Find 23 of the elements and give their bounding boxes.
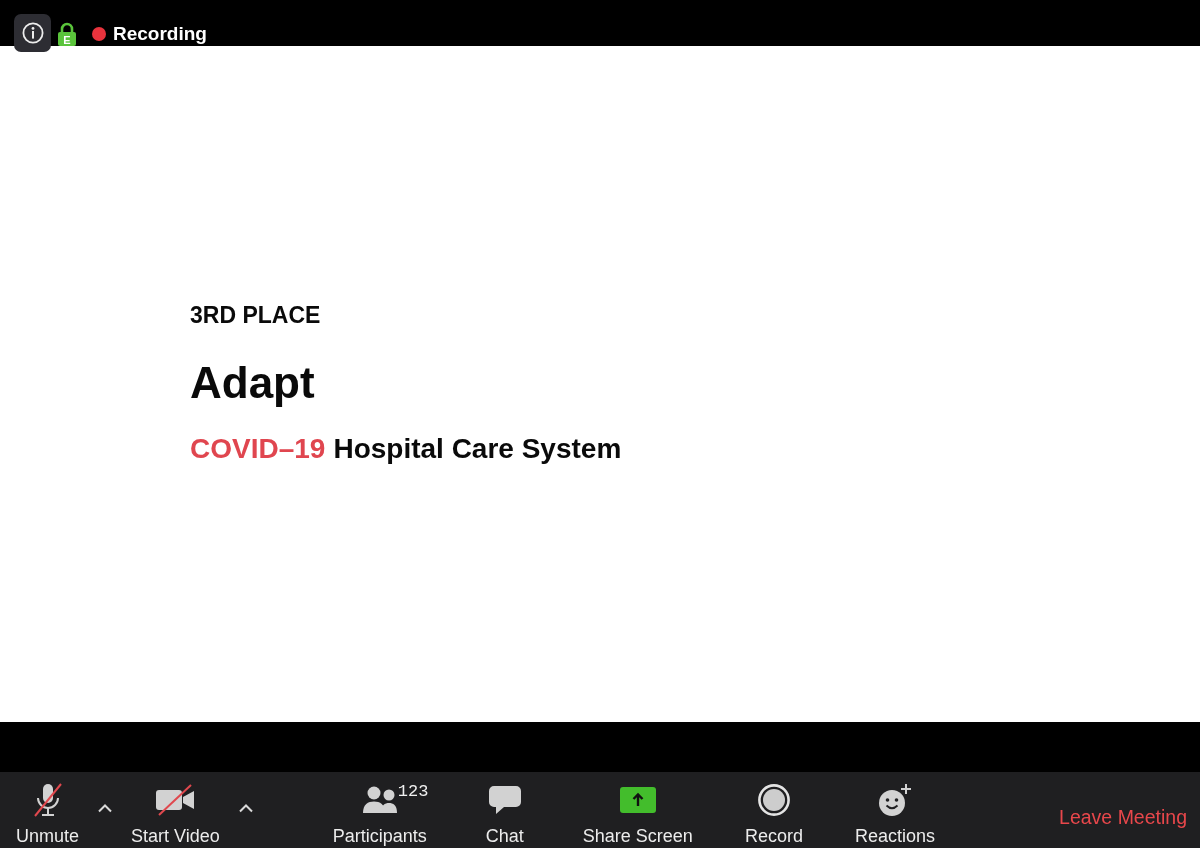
info-icon [21,22,44,44]
participant-count: 123 [397,783,429,801]
start-video-button[interactable]: Start Video [125,782,226,847]
smiley-plus-icon [877,783,912,817]
subtitle-highlight: COVID–19 [190,432,326,466]
project-title: Adapt [190,357,315,409]
subtitle-text: Hospital Care System [333,432,622,466]
unmute-button[interactable]: Unmute [10,782,86,847]
leave-meeting-button[interactable]: Leave Meeting [1059,805,1187,829]
record-icon [757,784,790,816]
recording-label: Recording [113,23,207,45]
people-icon [361,786,398,814]
caret-icon[interactable] [237,803,254,813]
participants-button[interactable]: 123 Participants [326,782,433,847]
award-label: 3RD PLACE [190,302,321,329]
speech-bubble-icon [487,785,522,815]
info-button[interactable] [14,14,51,52]
record-button[interactable]: Record [738,782,809,847]
share-screen-button[interactable]: Share Screen [576,782,699,847]
caret-icon[interactable] [97,803,114,813]
reactions-button[interactable]: Reactions [848,782,941,847]
chat-button[interactable]: Chat [472,782,537,847]
up-arrow-tile-icon [619,787,656,813]
